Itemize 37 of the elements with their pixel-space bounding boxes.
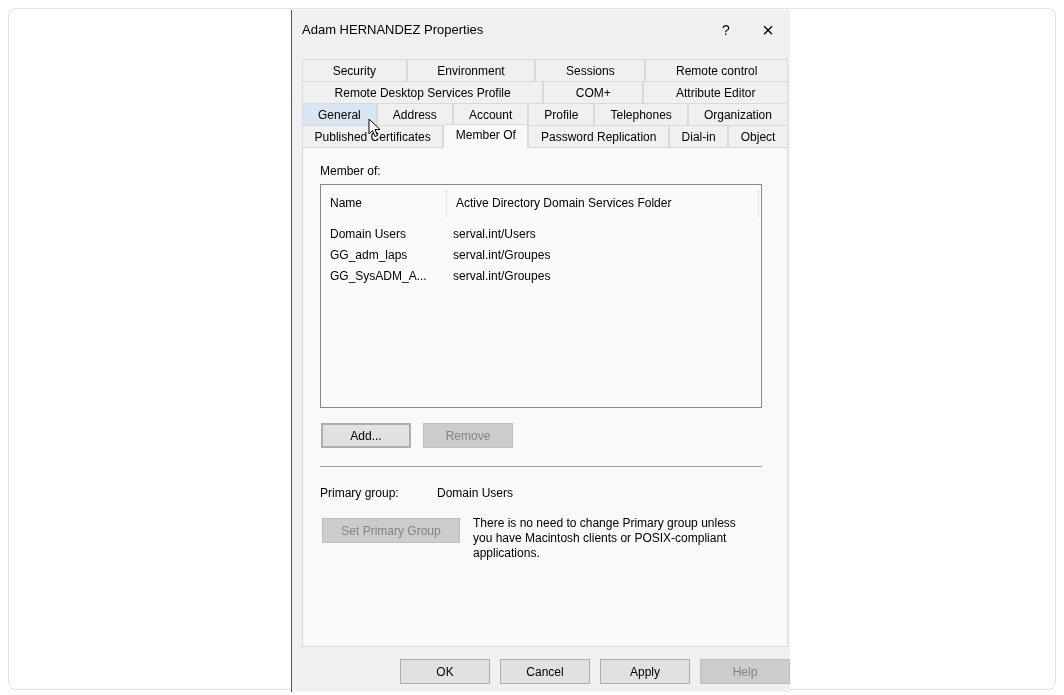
tab[interactable]: Account — [452, 103, 529, 125]
tab[interactable]: Object — [728, 125, 789, 147]
member-of-label: Member of: — [320, 163, 382, 180]
dialog-button[interactable]: Cancel — [500, 659, 590, 684]
tab[interactable]: Remote Desktop Services Profile — [302, 81, 544, 103]
tab[interactable]: Telephones — [594, 103, 688, 125]
table-cell-text: serval.int/Groupes — [452, 267, 551, 285]
tab[interactable]: Dial-in — [669, 125, 729, 147]
add-button[interactable]: Add... — [321, 423, 411, 448]
tab[interactable]: Published Certificates — [302, 125, 444, 147]
table-cell-text: serval.int/Users — [452, 225, 536, 243]
tab[interactable]: COM+ — [543, 81, 644, 103]
table-cell-text: GG_adm_laps — [329, 246, 409, 264]
table-cell-text: serval.int/Groupes — [452, 246, 551, 264]
tab[interactable]: Attribute Editor — [643, 81, 788, 103]
dialog-button[interactable]: OK — [400, 659, 490, 684]
tab[interactable]: General — [302, 103, 377, 125]
column-header[interactable]: Active Directory Domain Services Folder — [447, 189, 759, 217]
table-cell-text: GG_SysADM_A... — [329, 267, 428, 285]
close-button[interactable]: × — [746, 15, 790, 45]
tab[interactable]: Profile — [528, 103, 595, 125]
tab[interactable]: Security — [302, 59, 407, 81]
tab[interactable]: Organization — [687, 103, 788, 125]
tab[interactable]: Remote control — [645, 59, 788, 81]
primary-group-value: Domain Users — [437, 485, 514, 502]
table-cell-text: Domain Users — [329, 225, 408, 243]
tab[interactable]: Address — [376, 103, 453, 125]
tab[interactable]: Sessions — [535, 59, 646, 81]
help-button[interactable]: ? — [706, 15, 746, 45]
tab[interactable]: Member Of — [443, 124, 529, 148]
primary-group-label: Primary group: — [320, 485, 400, 502]
column-header[interactable]: Name — [321, 189, 447, 217]
tab[interactable]: Password Replication — [528, 125, 669, 147]
window-title: Adam HERNANDEZ Properties — [302, 21, 485, 40]
tab[interactable]: Environment — [406, 59, 536, 81]
primary-group-note: There is no need to change Primary group unless you have Macintosh clients or POSIX-compliant applications. — [473, 516, 737, 561]
dialog-button[interactable]: Apply — [600, 659, 690, 684]
